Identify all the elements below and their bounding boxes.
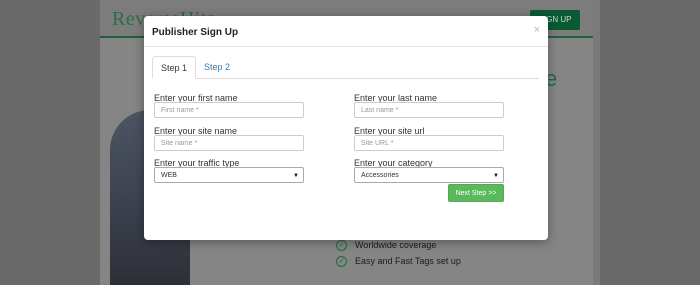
check-circle-icon: ✓ — [336, 256, 347, 268]
last-name-field[interactable]: Last name * — [354, 102, 504, 118]
first-name-field[interactable]: First name * — [154, 102, 304, 118]
chevron-down-icon: ▼ — [293, 173, 299, 179]
category-select[interactable]: Accessories ▼ — [354, 167, 504, 183]
feature-label: Easy and Fast Tags set up — [355, 256, 461, 266]
signup-modal: Publisher Sign Up × Step 1 Step 2 Enter … — [144, 16, 548, 240]
feature-label: Worldwide coverage — [355, 240, 437, 250]
tab-step-1[interactable]: Step 1 — [152, 56, 197, 79]
feature-item: ✓ Worldwide coverage — [336, 240, 437, 252]
site-name-field[interactable]: Site name * — [154, 135, 304, 151]
close-icon[interactable]: × — [534, 24, 540, 36]
background-left-margin — [0, 0, 100, 285]
modal-title: Publisher Sign Up — [152, 27, 239, 38]
next-step-button[interactable]: Next Step >> — [448, 184, 504, 202]
background-right-margin — [600, 0, 700, 285]
category-value: Accessories — [361, 172, 399, 179]
traffic-type-select[interactable]: WEB ▼ — [154, 167, 304, 183]
chevron-down-icon: ▼ — [493, 173, 499, 179]
traffic-type-value: WEB — [161, 172, 177, 179]
modal-header: Publisher Sign Up × — [144, 16, 548, 47]
tab-step-2[interactable]: Step 2 — [196, 56, 238, 78]
site-url-field[interactable]: Site URL * — [354, 135, 504, 151]
check-circle-icon: ✓ — [336, 240, 347, 252]
step-tabs: Step 1 Step 2 — [152, 56, 539, 79]
feature-item: ✓ Easy and Fast Tags set up — [336, 256, 461, 268]
